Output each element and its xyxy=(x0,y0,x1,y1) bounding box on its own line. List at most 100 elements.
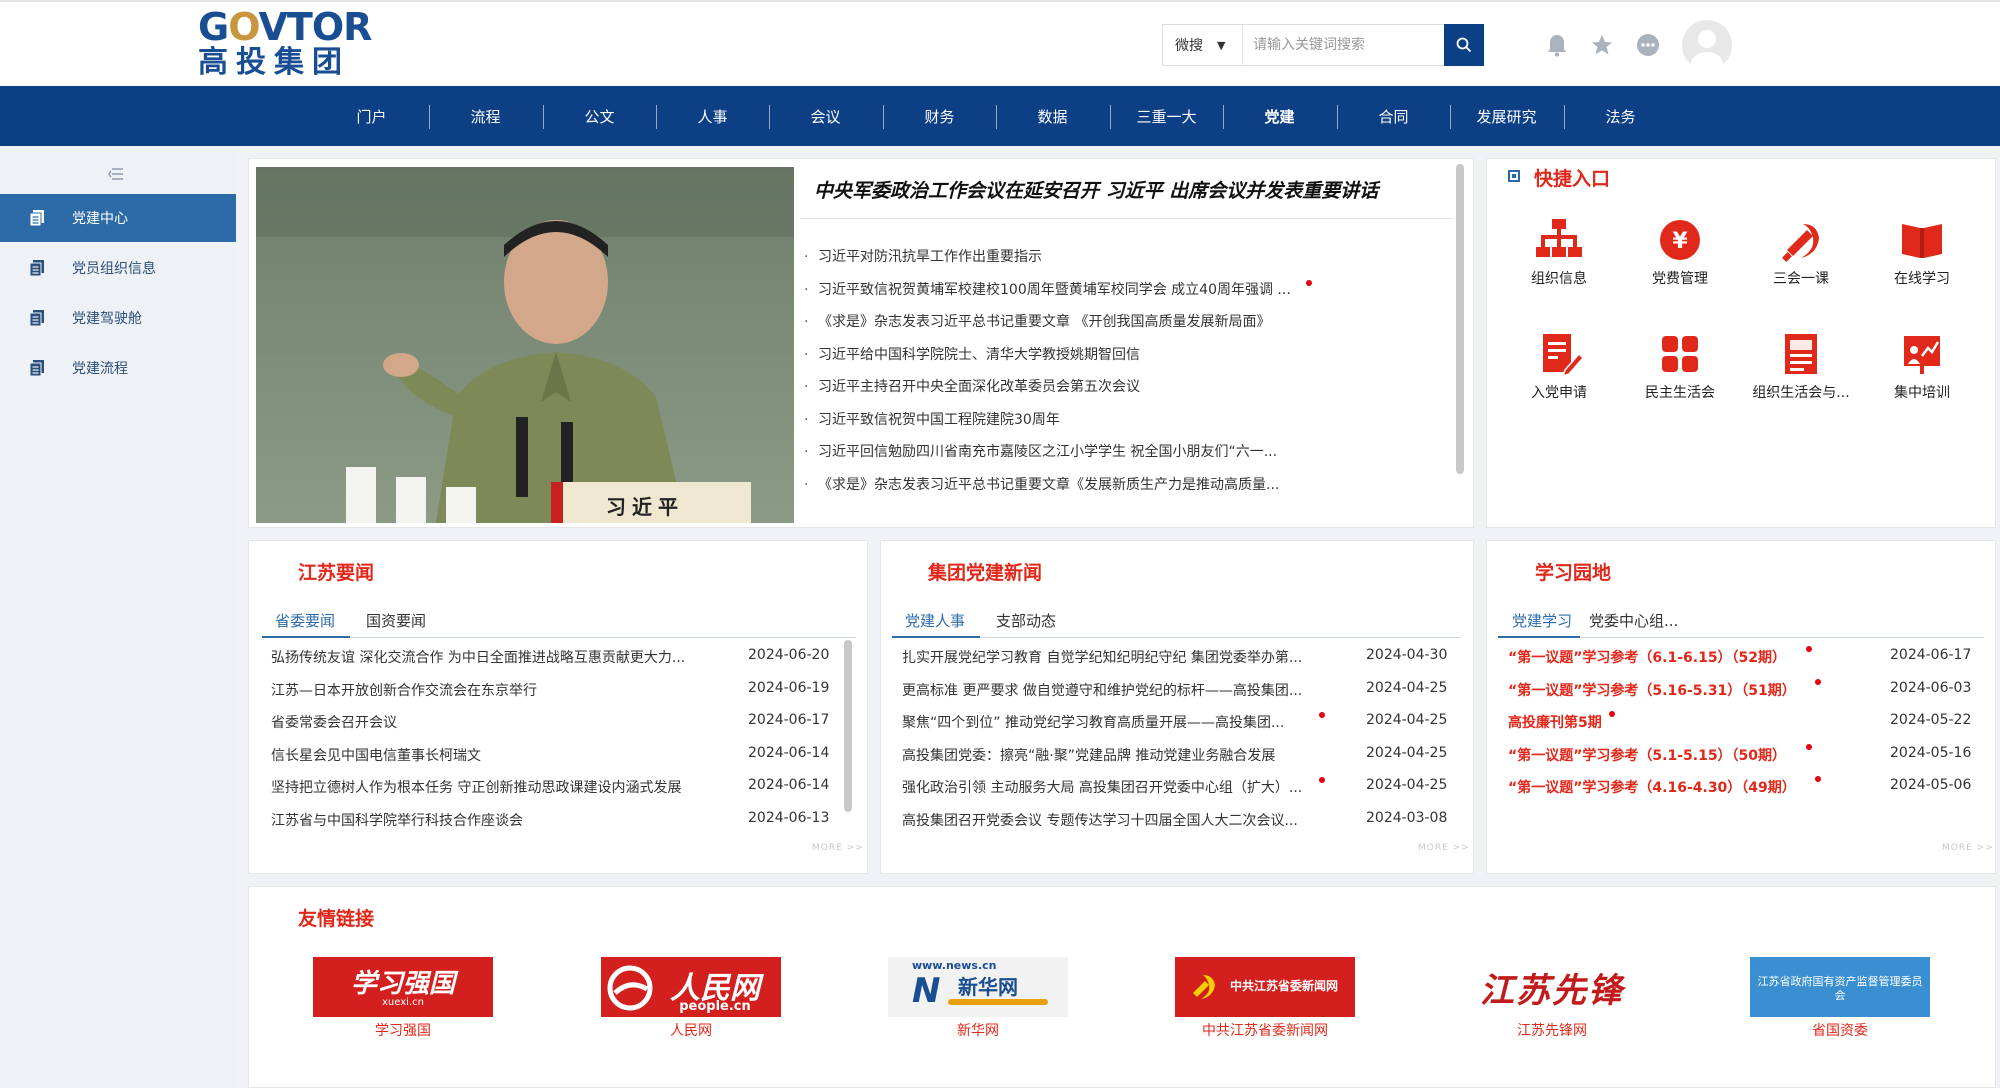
document-icon xyxy=(30,260,44,276)
hero-name-plate: 习近平 xyxy=(606,495,684,519)
nav-item-documents[interactable]: 公文 xyxy=(543,86,656,146)
hero-news-photo[interactable]: 习近平 xyxy=(256,167,794,523)
search-icon xyxy=(1456,37,1472,53)
list-item[interactable]: · 习近平致信祝贺黄埔军校建校100周年暨黄埔军校同学会 成立40周年强调 ... xyxy=(804,279,1291,299)
table-row[interactable]: “第一议题”学习参考（4.16-4.30）（49期） xyxy=(1508,777,1796,797)
menu-collapse-icon[interactable] xyxy=(108,166,124,184)
link-logo-xuexi[interactable]: 学习强国 xuexi.cn xyxy=(313,957,493,1017)
link-people[interactable]: 人民网 xyxy=(601,1020,781,1040)
quick-entry-apply[interactable]: 入党申请 xyxy=(1499,330,1619,402)
nav-item-sanzhong[interactable]: 三重一大 xyxy=(1110,86,1223,146)
list-item[interactable]: · 习近平对防汛抗旱工作作出重要指示 xyxy=(804,246,1042,266)
link-xuexi[interactable]: 学习强国 xyxy=(313,1020,493,1040)
quick-entry-online-study[interactable]: 在线学习 xyxy=(1862,216,1982,288)
more-link[interactable]: MORE >> xyxy=(1418,843,1470,853)
quick-entry-dues[interactable]: ¥ 党费管理 xyxy=(1620,216,1740,288)
jiangsu-news-scrollbar[interactable] xyxy=(844,640,852,812)
bell-icon[interactable] xyxy=(1544,32,1570,58)
table-row[interactable]: 坚持把立德树人作为根本任务 守正创新推动思政课建设内涵式发展 xyxy=(271,777,681,797)
new-badge xyxy=(1319,777,1325,783)
table-row[interactable]: 强化政治引领 主动服务大局 高投集团召开党委中心组（扩大）... xyxy=(902,777,1302,797)
search-scope-select[interactable]: 微搜 ▼ xyxy=(1163,25,1243,65)
quick-entry-sanhui[interactable]: 三会一课 xyxy=(1741,216,1861,288)
link-jiangsu-party-news[interactable]: 中共江苏省委新闻网 xyxy=(1175,1020,1355,1040)
nav-item-meeting[interactable]: 会议 xyxy=(769,86,882,146)
link-logo-sasac[interactable]: 江苏省政府国有资产监督管理委员会 xyxy=(1750,957,1930,1017)
nav-item-hr[interactable]: 人事 xyxy=(656,86,769,146)
table-row[interactable]: 省委常委会召开会议 xyxy=(271,712,397,732)
tab-committee-group[interactable]: 党委中心组... xyxy=(1589,610,1678,631)
table-row[interactable]: 高投廉刊第5期 xyxy=(1508,712,1602,732)
list-item[interactable]: · 习近平回信勉励四川省南充市嘉陵区之江小学学生 祝全国小朋友们“六一... xyxy=(804,441,1277,461)
link-sasac[interactable]: 省国资委 xyxy=(1750,1020,1930,1040)
table-row[interactable]: “第一议题”学习参考（5.16-5.31）（51期） xyxy=(1508,680,1796,700)
quick-entry-democratic-life[interactable]: 民主生活会 xyxy=(1620,330,1740,402)
chevron-down-icon: ▼ xyxy=(1217,38,1226,52)
table-row[interactable]: 信长星会见中国电信董事长柯瑞文 xyxy=(271,745,481,765)
tab-sasac-news[interactable]: 国资要闻 xyxy=(366,610,426,631)
table-row[interactable]: 扎实开展党纪学习教育 自觉学纪知纪明纪守纪 集团党委举办第... xyxy=(902,647,1302,667)
table-row[interactable]: 江苏省与中国科学院举行科技合作座谈会 xyxy=(271,810,523,830)
tab-party-study[interactable]: 党建学习 xyxy=(1512,610,1572,631)
nav-item-contract[interactable]: 合同 xyxy=(1337,86,1450,146)
table-row[interactable]: “第一议题”学习参考（5.1-5.15）（50期） xyxy=(1508,745,1786,765)
quick-entry-org-info[interactable]: 组织信息 xyxy=(1499,216,1619,288)
list-item[interactable]: · 《求是》杂志发表习近平总书记重要文章《发展新质生产力是推动高质量... xyxy=(804,474,1279,494)
nav-item-portal[interactable]: 门户 xyxy=(315,86,428,146)
table-row[interactable]: “第一议题”学习参考（6.1-6.15）（52期） xyxy=(1508,647,1786,667)
row-date: 2024-05-16 xyxy=(1890,745,1972,761)
more-icon[interactable] xyxy=(1635,32,1661,58)
table-row[interactable]: 聚焦“四个到位” 推动党纪学习教育高质量开展——高投集团... xyxy=(902,712,1284,732)
tab-party-hr[interactable]: 党建人事 xyxy=(905,610,965,631)
list-item[interactable]: · 习近平给中国科学院院士、清华大学教授姚期智回信 xyxy=(804,344,1140,364)
tab-provincial-news[interactable]: 省委要闻 xyxy=(275,610,335,631)
list-item[interactable]: · 《求是》杂志发表习近平总书记重要文章 《开创我国高质量发展新局面》 xyxy=(804,311,1270,331)
quick-entry-training[interactable]: 集中培训 xyxy=(1862,330,1982,402)
headline-scrollbar[interactable] xyxy=(1456,164,1464,474)
link-logo-jiangsu-party[interactable]: 中共江苏省委新闻网 xyxy=(1175,957,1355,1017)
nav-item-party[interactable]: 党建 xyxy=(1223,86,1336,146)
tab-branch-news[interactable]: 支部动态 xyxy=(996,610,1056,631)
nav-item-data[interactable]: 数据 xyxy=(996,86,1109,146)
nav-item-research[interactable]: 发展研究 xyxy=(1450,86,1563,146)
header: GOVTOR 高投集团 微搜 ▼ xyxy=(0,0,2000,86)
link-xinhua[interactable]: 新华网 xyxy=(888,1020,1068,1040)
link-logo-xinhua[interactable]: www.news.cn N 新华网 xyxy=(888,957,1068,1017)
search-box: 微搜 ▼ xyxy=(1162,24,1484,66)
link-logo-people[interactable]: 人民网 people.cn xyxy=(601,957,781,1017)
list-item[interactable]: · 习近平致信祝贺中国工程院建院30周年 xyxy=(804,409,1060,429)
document-icon xyxy=(30,310,44,326)
table-row[interactable]: 江苏—日本开放创新合作交流会在东京举行 xyxy=(271,680,537,700)
row-date: 2024-05-06 xyxy=(1890,777,1972,793)
link-jiangsu-pioneer[interactable]: 江苏先锋网 xyxy=(1462,1020,1642,1040)
govtor-logo[interactable]: GOVTOR 高投集团 xyxy=(198,5,372,86)
quick-entry-org-life[interactable]: 组织生活会与... xyxy=(1741,330,1861,402)
more-link[interactable]: MORE >> xyxy=(812,843,864,853)
nav-item-workflow[interactable]: 流程 xyxy=(429,86,542,146)
avatar[interactable] xyxy=(1682,20,1732,70)
sidebar-item-member-org[interactable]: 党员组织信息 xyxy=(0,244,236,292)
nav-item-finance[interactable]: 财务 xyxy=(883,86,996,146)
sidebar-item-cockpit[interactable]: 党建驾驶舱 xyxy=(0,294,236,342)
headline-title[interactable]: 中央军委政治工作会议在延安召开 习近平 出席会议并发表重要讲话 xyxy=(814,176,1378,203)
row-date: 2024-04-25 xyxy=(1366,777,1448,793)
new-badge xyxy=(1815,679,1821,685)
star-icon[interactable] xyxy=(1589,32,1615,58)
sidebar-item-party-flow[interactable]: 党建流程 xyxy=(0,344,236,392)
table-row[interactable]: 弘扬传统友谊 深化交流合作 为中日全面推进战略互惠贡献更大力... xyxy=(271,647,685,667)
list-item[interactable]: · 习近平主持召开中央全面深化改革委员会第五次会议 xyxy=(804,376,1140,396)
sidebar-item-party-center[interactable]: 党建中心 xyxy=(0,194,236,242)
search-button[interactable] xyxy=(1444,24,1484,66)
link-logo-jiangsu-pioneer[interactable]: 江苏先锋 xyxy=(1462,957,1642,1017)
row-date: 2024-05-22 xyxy=(1890,712,1972,728)
more-link[interactable]: MORE >> xyxy=(1942,843,1994,853)
grid-icon xyxy=(1662,336,1698,372)
section-marker-icon xyxy=(1508,170,1520,182)
document-icon xyxy=(30,210,44,226)
search-input[interactable] xyxy=(1243,25,1444,65)
table-row[interactable]: 高投集团召开党委会议 专题传达学习十四届全国人大二次会议... xyxy=(902,810,1298,830)
nav-item-legal[interactable]: 法务 xyxy=(1564,86,1677,146)
table-row[interactable]: 更高标准 更严要求 做自觉遵守和维护党纪的标杆——高投集团... xyxy=(902,680,1302,700)
table-row[interactable]: 高投集团党委：擦亮“融·聚”党建品牌 推动党建业务融合发展 xyxy=(902,745,1275,765)
logo-en: GOVTOR xyxy=(198,5,372,49)
